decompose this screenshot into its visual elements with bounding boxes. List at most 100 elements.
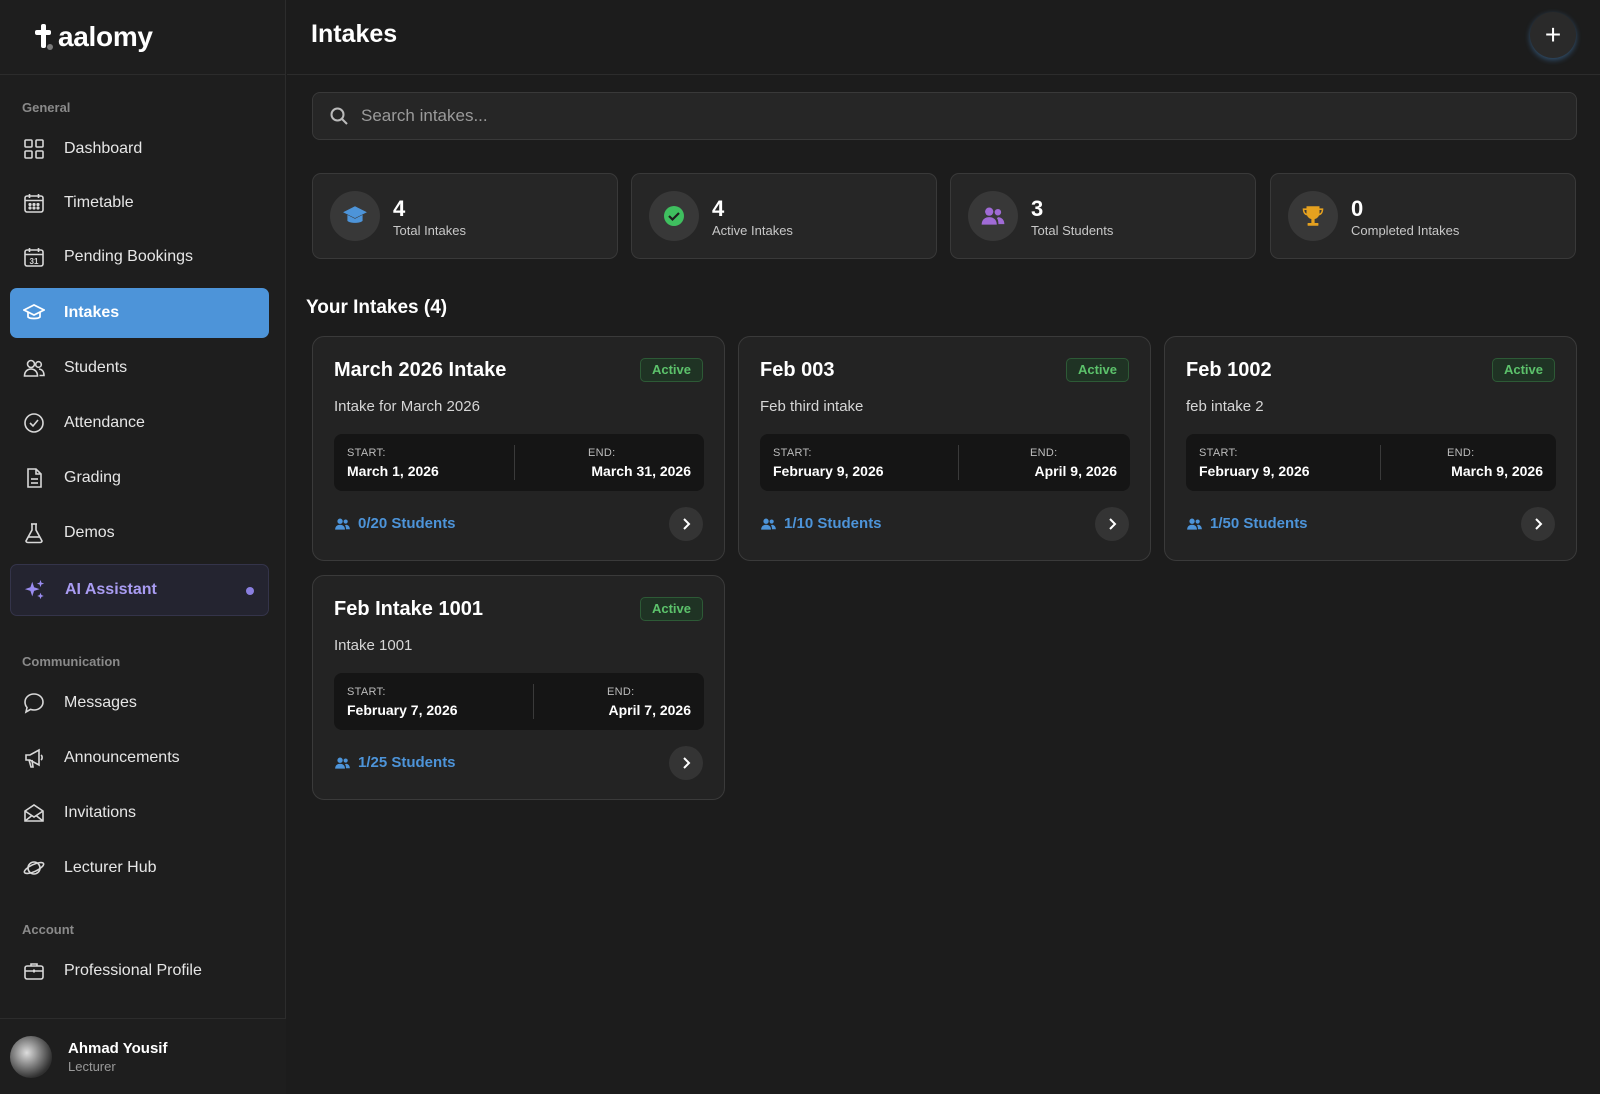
search-input[interactable] bbox=[361, 93, 1551, 139]
sidebar-item-label: Demos bbox=[64, 524, 115, 541]
briefcase-icon bbox=[23, 960, 45, 982]
stat-value: 4 bbox=[393, 196, 406, 221]
sidebar: aalomy General Dashboard Timetable 31 Pe… bbox=[0, 0, 286, 1094]
intake-description: Feb third intake bbox=[760, 398, 864, 415]
students-count: 1/50 Students bbox=[1210, 515, 1308, 532]
sidebar-item-label: Pending Bookings bbox=[64, 248, 193, 265]
sidebar-item-label: Messages bbox=[64, 694, 137, 711]
students-link[interactable]: 1/50 Students bbox=[1186, 515, 1308, 532]
open-intake-button[interactable] bbox=[1095, 507, 1129, 541]
sidebar-item-label: Announcements bbox=[64, 749, 180, 766]
user-profile[interactable]: Ahmad Yousif Lecturer bbox=[0, 1018, 286, 1094]
end-label: END: bbox=[1030, 447, 1058, 459]
avatar bbox=[10, 1035, 52, 1078]
divider bbox=[533, 684, 534, 719]
open-intake-button[interactable] bbox=[669, 507, 703, 541]
open-intake-button[interactable] bbox=[1521, 507, 1555, 541]
megaphone-icon bbox=[23, 747, 45, 769]
open-intake-button[interactable] bbox=[669, 746, 703, 780]
students-count: 0/20 Students bbox=[358, 515, 456, 532]
sidebar-item-timetable[interactable]: Timetable bbox=[10, 178, 269, 228]
sidebar-item-label: Professional Profile bbox=[64, 962, 202, 979]
sidebar-item-pending-bookings[interactable]: 31 Pending Bookings bbox=[10, 232, 269, 282]
stat-label: Completed Intakes bbox=[1351, 223, 1460, 238]
intake-card[interactable]: Feb 003 Active Feb third intake START: F… bbox=[738, 336, 1151, 561]
sidebar-item-grading[interactable]: Grading bbox=[10, 453, 269, 503]
start-date: February 7, 2026 bbox=[347, 702, 458, 718]
user-role: Lecturer bbox=[68, 1058, 116, 1074]
intake-title: Feb 003 bbox=[760, 359, 835, 381]
sidebar-item-lecturer-hub[interactable]: Lecturer Hub bbox=[10, 843, 269, 893]
chevron-right-icon bbox=[683, 518, 691, 530]
planet-icon bbox=[23, 857, 45, 879]
svg-text:31: 31 bbox=[30, 257, 39, 266]
intake-title: Feb 1002 bbox=[1186, 359, 1272, 381]
date-range: START: February 7, 2026 END: April 7, 20… bbox=[334, 673, 704, 730]
sidebar-item-messages[interactable]: Messages bbox=[10, 678, 269, 728]
sidebar-item-announcements[interactable]: Announcements bbox=[10, 733, 269, 783]
sidebar-item-invitations[interactable]: Invitations bbox=[10, 788, 269, 838]
students-link[interactable]: 0/20 Students bbox=[334, 515, 456, 532]
end-label: END: bbox=[607, 686, 635, 698]
sidebar-item-professional-profile[interactable]: Professional Profile bbox=[10, 946, 269, 996]
chat-bubble-icon bbox=[23, 692, 45, 714]
intake-description: Intake 1001 bbox=[334, 637, 413, 654]
sidebar-item-intakes[interactable]: Intakes bbox=[10, 288, 269, 338]
brand-logo[interactable]: aalomy bbox=[0, 0, 285, 75]
status-badge: Active bbox=[1491, 358, 1555, 382]
intake-title: March 2026 Intake bbox=[334, 359, 507, 381]
check-circle-icon bbox=[23, 412, 45, 434]
intake-title: Feb Intake 1001 bbox=[334, 598, 483, 620]
chevron-right-icon bbox=[1535, 518, 1543, 530]
page-header: Intakes + bbox=[287, 0, 1600, 75]
sidebar-item-dashboard[interactable]: Dashboard bbox=[10, 124, 269, 174]
check-circle-icon bbox=[649, 191, 699, 241]
search-bar[interactable] bbox=[312, 92, 1577, 140]
chevron-right-icon bbox=[1109, 518, 1117, 530]
sidebar-item-label: Dashboard bbox=[64, 140, 143, 157]
stat-value: 3 bbox=[1031, 196, 1044, 221]
start-date: March 1, 2026 bbox=[347, 463, 439, 479]
users-icon bbox=[335, 757, 350, 769]
users-icon bbox=[23, 357, 45, 379]
notification-dot bbox=[246, 587, 254, 595]
intake-description: feb intake 2 bbox=[1186, 398, 1264, 415]
sidebar-item-attendance[interactable]: Attendance bbox=[10, 398, 269, 448]
divider bbox=[1380, 445, 1381, 480]
stat-label: Total Students bbox=[1031, 223, 1114, 238]
section-title: Your Intakes (4) bbox=[306, 297, 448, 318]
add-intake-button[interactable]: + bbox=[1530, 12, 1576, 58]
divider bbox=[958, 445, 959, 480]
stat-card-completed-intakes: 0 Completed Intakes bbox=[1270, 173, 1576, 259]
end-label: END: bbox=[588, 447, 616, 459]
graduation-cap-icon bbox=[23, 302, 45, 324]
start-label: START: bbox=[773, 447, 812, 459]
end-date: April 9, 2026 bbox=[1034, 463, 1118, 479]
students-count: 1/25 Students bbox=[358, 754, 456, 771]
intake-card[interactable]: Feb Intake 1001 Active Intake 1001 START… bbox=[312, 575, 725, 800]
sidebar-item-label: Students bbox=[64, 359, 128, 376]
search-icon bbox=[329, 106, 349, 131]
user-name: Ahmad Yousif bbox=[68, 1039, 168, 1057]
intake-card[interactable]: Feb 1002 Active feb intake 2 START: Febr… bbox=[1164, 336, 1577, 561]
intake-card[interactable]: March 2026 Intake Active Intake for Marc… bbox=[312, 336, 725, 561]
students-link[interactable]: 1/25 Students bbox=[334, 754, 456, 771]
sidebar-item-ai-assistant[interactable]: AI Assistant bbox=[10, 564, 269, 616]
sidebar-item-demos[interactable]: Demos bbox=[10, 508, 269, 558]
stat-label: Active Intakes bbox=[712, 223, 793, 238]
students-link[interactable]: 1/10 Students bbox=[760, 515, 882, 532]
end-date: April 7, 2026 bbox=[608, 702, 692, 718]
sidebar-item-students[interactable]: Students bbox=[10, 343, 269, 393]
logo-mark-icon bbox=[35, 24, 53, 50]
trophy-icon bbox=[1288, 191, 1338, 241]
date-range: START: February 9, 2026 END: April 9, 20… bbox=[760, 434, 1130, 491]
page-title: Intakes bbox=[311, 20, 398, 48]
calendar-icon bbox=[23, 192, 45, 214]
end-label: END: bbox=[1447, 447, 1475, 459]
stat-label: Total Intakes bbox=[393, 223, 466, 238]
divider bbox=[514, 445, 515, 480]
stat-card-active-intakes: 4 Active Intakes bbox=[631, 173, 937, 259]
start-date: February 9, 2026 bbox=[1199, 463, 1310, 479]
status-badge: Active bbox=[639, 358, 703, 382]
sidebar-item-label: AI Assistant bbox=[65, 581, 157, 598]
